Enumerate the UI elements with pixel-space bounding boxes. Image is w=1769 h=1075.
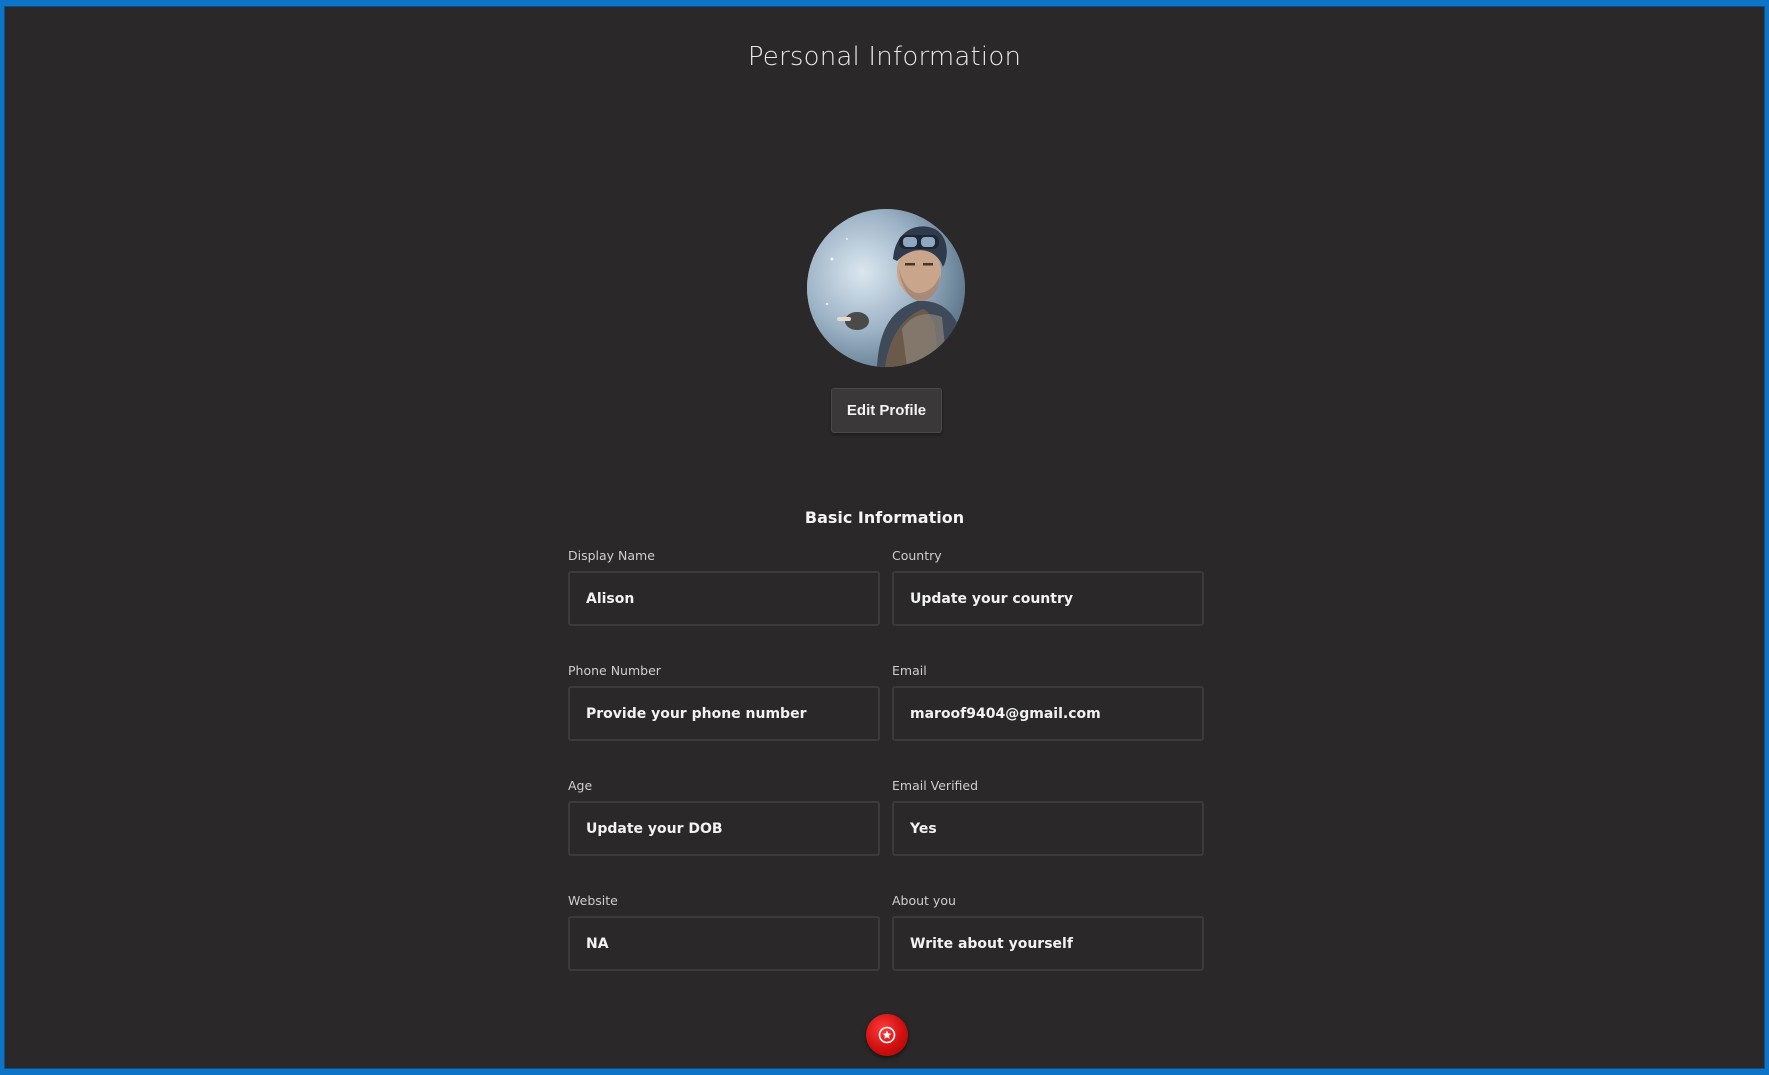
field-label: Website (568, 893, 618, 908)
field-label: Age (568, 778, 593, 793)
email-verified-input[interactable]: Yes (892, 801, 1204, 856)
country-input[interactable]: Update your country (892, 571, 1204, 626)
field-country: Country Update your country (892, 549, 1204, 664)
field-label: Email Verified (892, 778, 979, 793)
section-title-basic-information: Basic Information (804, 508, 965, 527)
field-label: Email (892, 663, 927, 678)
field-label: Country (892, 548, 942, 563)
email-input[interactable]: maroof9404@gmail.com (892, 686, 1204, 741)
display-name-input[interactable]: Alison (568, 571, 880, 626)
field-email: Email maroof9404@gmail.com (892, 664, 1204, 779)
field-website: Website NA (568, 894, 880, 1009)
phone-number-input[interactable]: Provide your phone number (568, 686, 880, 741)
field-about-you: About you Write about yourself (892, 894, 1204, 1009)
profile-avatar (807, 209, 965, 367)
app-window: Personal Information Edit Profile Basic … (0, 0, 1769, 1075)
basic-information-form: Display Name Alison Country Update your … (568, 549, 1204, 1009)
field-age: Age Update your DOB (568, 779, 880, 894)
field-label: Display Name (568, 548, 655, 563)
about-you-input[interactable]: Write about yourself (892, 916, 1204, 971)
avatar-photo-icon (807, 209, 965, 367)
page-title: Personal Information (747, 42, 1022, 72)
field-label: Phone Number (568, 663, 661, 678)
field-phone-number: Phone Number Provide your phone number (568, 664, 880, 779)
field-label: About you (892, 893, 956, 908)
field-display-name: Display Name Alison (568, 549, 880, 664)
badge-icon (878, 1026, 896, 1044)
edit-profile-button[interactable]: Edit Profile (831, 388, 942, 433)
website-input[interactable]: NA (568, 916, 880, 971)
age-input[interactable]: Update your DOB (568, 801, 880, 856)
floating-action-button[interactable] (866, 1014, 908, 1056)
field-email-verified: Email Verified Yes (892, 779, 1204, 894)
